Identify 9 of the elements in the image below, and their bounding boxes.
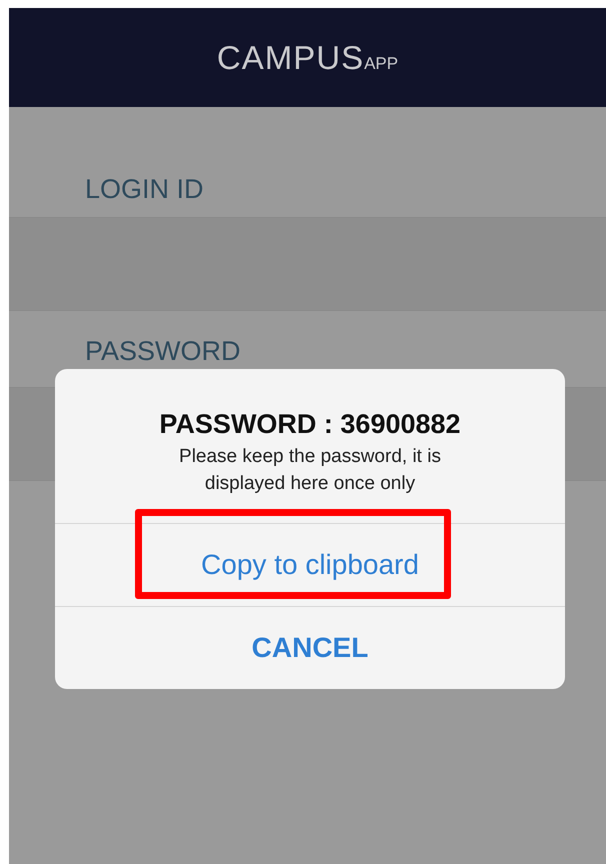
dialog-button[interactable]: CANCEL xyxy=(236,624,384,672)
app-logo-suffix: APP xyxy=(364,54,398,74)
dialog-message: Please keep the password, it is displayed here once only xyxy=(178,445,442,496)
dialog-button[interactable]: Copy to clipboard xyxy=(185,541,435,590)
input-field[interactable] xyxy=(9,218,606,311)
dialog-title: PASSWORD : 36900882 xyxy=(158,409,462,440)
field-label: LOGIN ID xyxy=(85,174,204,206)
app-logo: CAMPUS xyxy=(216,38,364,76)
field-label: PASSWORD xyxy=(85,336,241,368)
